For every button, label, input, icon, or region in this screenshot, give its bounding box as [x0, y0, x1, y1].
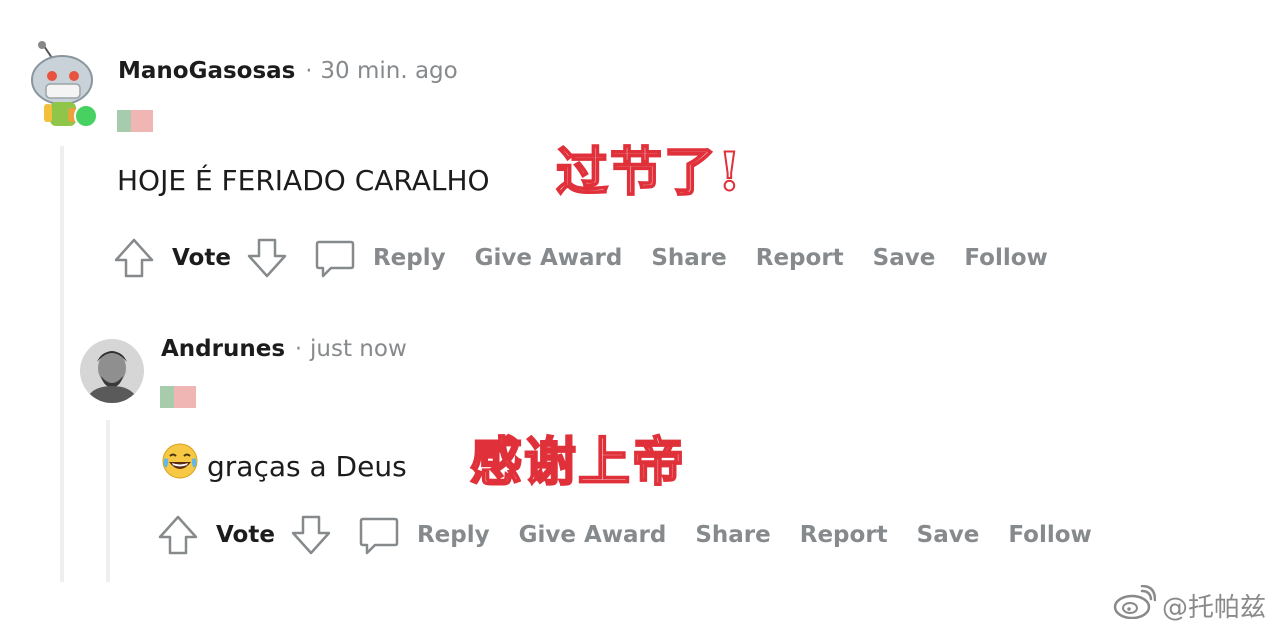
username[interactable]: Andrunes [161, 336, 285, 362]
comment-meta: ManoGasosas · 30 min. ago [118, 58, 458, 84]
reply-button[interactable]: Reply [373, 245, 446, 271]
user-flair-portugal-flag [117, 110, 153, 132]
weibo-icon [1112, 584, 1162, 626]
reply-bubble-icon[interactable] [313, 236, 357, 280]
meta-separator: · [295, 337, 303, 362]
save-button[interactable]: Save [917, 522, 980, 548]
weibo-watermark: @托帕兹 [1112, 584, 1266, 626]
comment-thread: ManoGasosas · 30 min. ago HOJE É FERIADO… [0, 0, 1280, 640]
upvote-arrow-icon[interactable] [112, 236, 156, 280]
comment-body: graças a Deus [207, 450, 407, 483]
meta-separator: · [305, 59, 313, 84]
share-button[interactable]: Share [651, 245, 726, 271]
report-button[interactable]: Report [756, 245, 844, 271]
reply-bubble-icon[interactable] [357, 513, 401, 557]
give-award-button[interactable]: Give Award [519, 522, 667, 548]
comment-body: HOJE É FERIADO CARALHO [117, 164, 490, 197]
comment-action-bar: Vote Reply Give Award Share Report Save … [156, 513, 1121, 557]
reply-button[interactable]: Reply [417, 522, 490, 548]
share-button[interactable]: Share [695, 522, 770, 548]
avatar[interactable] [22, 40, 98, 130]
follow-button[interactable]: Follow [1008, 522, 1091, 548]
tears-of-joy-emoji-icon [161, 442, 199, 487]
chinese-annotation: 过节了! [555, 141, 743, 204]
vote-count: Vote [172, 245, 231, 271]
timestamp[interactable]: 30 min. ago [320, 58, 457, 84]
user-flair-portugal-flag [160, 386, 196, 408]
upvote-arrow-icon[interactable] [156, 513, 200, 557]
downvote-arrow-icon[interactable] [289, 513, 333, 557]
watermark-text: @托帕兹 [1161, 593, 1266, 623]
report-button[interactable]: Report [800, 522, 888, 548]
online-status-dot [74, 104, 98, 128]
thread-line-root[interactable] [60, 146, 64, 582]
comment-meta: Andrunes · just now [161, 336, 407, 362]
timestamp[interactable]: just now [310, 336, 407, 362]
avatar[interactable] [79, 338, 145, 404]
vote-count: Vote [216, 522, 275, 548]
give-award-button[interactable]: Give Award [475, 245, 623, 271]
chinese-annotation: 感谢上帝 [469, 431, 687, 494]
comment-body-row: graças a Deus [161, 442, 407, 487]
save-button[interactable]: Save [873, 245, 936, 271]
comment-action-bar: Vote Reply Give Award Share Report Save … [112, 236, 1077, 280]
downvote-arrow-icon[interactable] [245, 236, 289, 280]
follow-button[interactable]: Follow [964, 245, 1047, 271]
username[interactable]: ManoGasosas [118, 58, 295, 84]
thread-line-reply[interactable] [106, 420, 110, 582]
